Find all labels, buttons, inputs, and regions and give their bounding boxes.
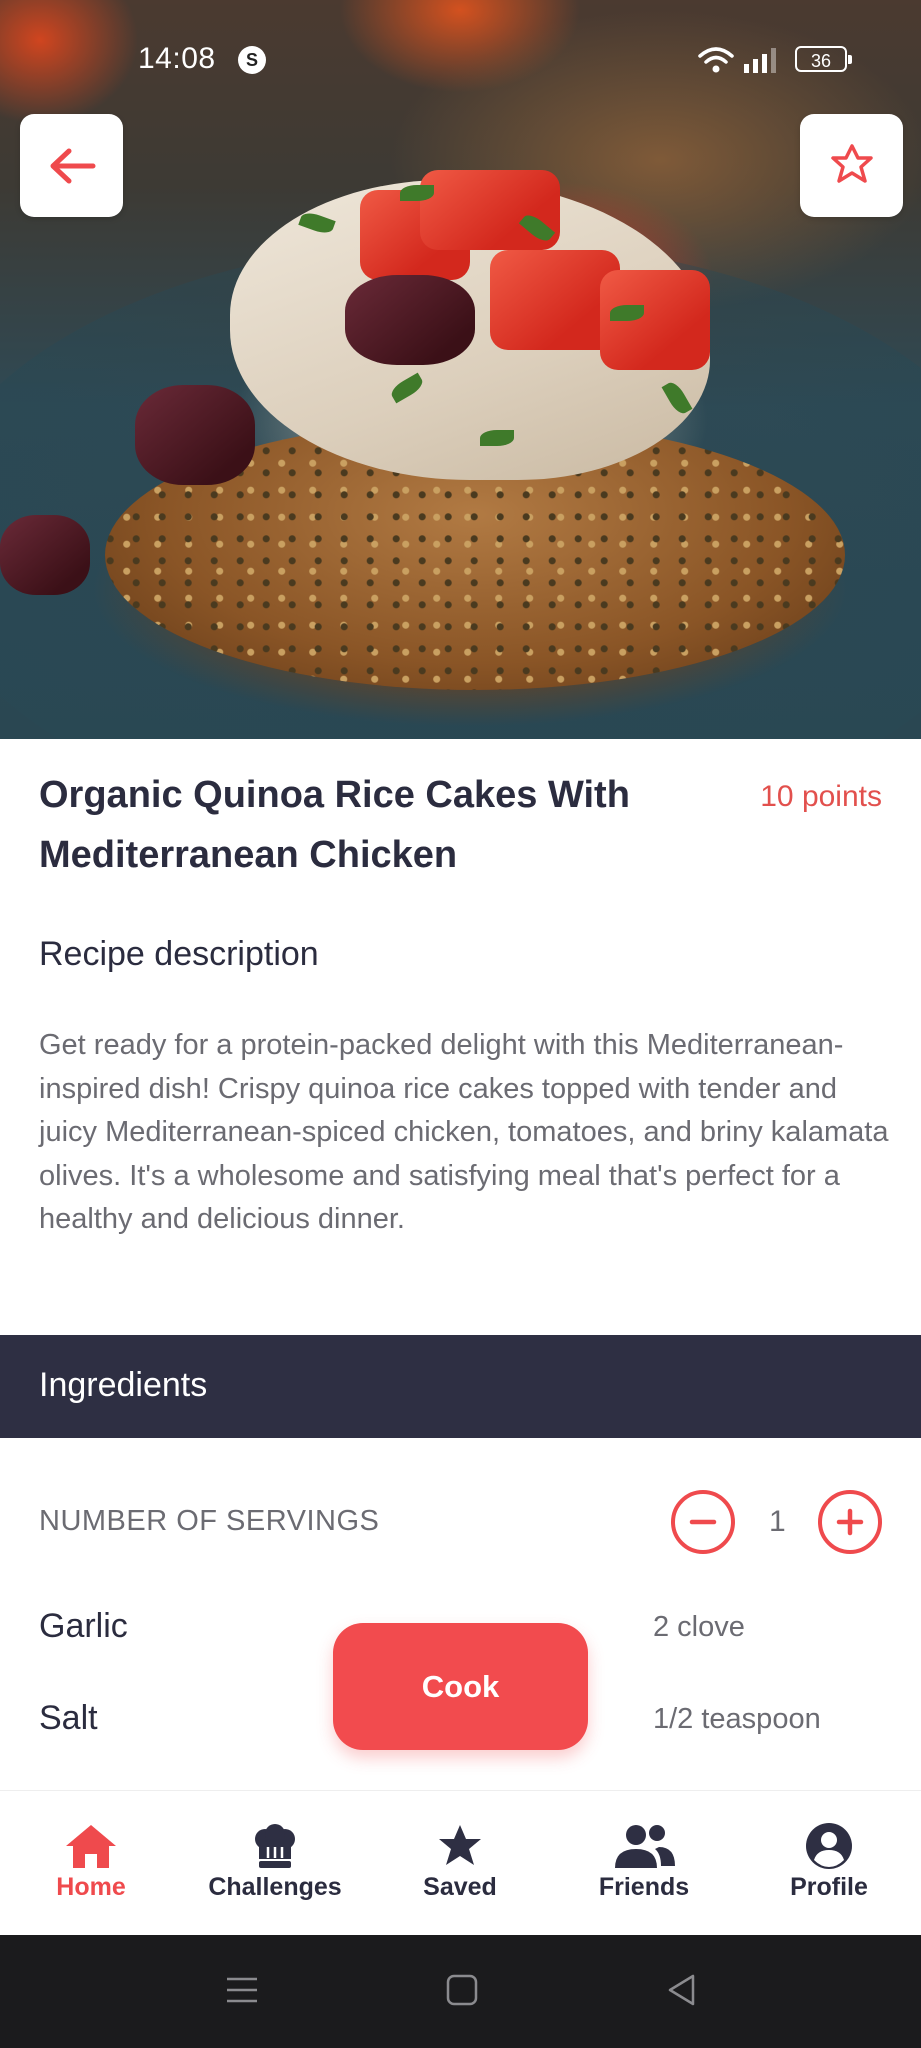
ingredient-name: Salt <box>39 1699 98 1737</box>
battery-icon: 36 <box>795 46 852 72</box>
system-navigation-bar <box>0 1935 921 2048</box>
user-circle-icon <box>806 1823 852 1869</box>
nav-item-friends[interactable]: Friends <box>564 1821 724 1902</box>
chef-hat-icon <box>255 1824 295 1868</box>
signal-icon <box>744 48 776 73</box>
nav-label-saved: Saved <box>423 1873 497 1901</box>
nav-label-home: Home <box>56 1873 126 1901</box>
recipe-title: Organic Quinoa Rice Cakes With Mediterra… <box>39 774 630 876</box>
nav-item-profile[interactable]: Profile <box>749 1821 909 1902</box>
ingredients-heading: Ingredients <box>39 1366 208 1404</box>
people-icon <box>615 1825 675 1868</box>
back-triangle-icon[interactable] <box>665 1973 699 2007</box>
battery-level: 36 <box>810 51 832 71</box>
star-icon <box>439 1825 481 1865</box>
ingredient-quantity: 1/2 teaspoon <box>653 1703 821 1735</box>
notification-app-icon: S <box>238 46 266 74</box>
menu-icon[interactable] <box>225 1973 259 2007</box>
minus-icon <box>689 1519 717 1525</box>
bottom-navigation: Home Challenges Saved Friends Profile <box>0 1790 921 1936</box>
olive-shape <box>345 275 475 365</box>
nav-label-profile: Profile <box>790 1873 868 1901</box>
parsley-shape <box>480 430 514 446</box>
ingredient-name: Garlic <box>39 1607 128 1645</box>
increase-servings-button[interactable] <box>818 1490 882 1554</box>
parsley-shape <box>610 305 644 321</box>
plus-icon <box>836 1508 864 1536</box>
star-icon <box>830 143 873 183</box>
favorite-button[interactable] <box>800 114 903 217</box>
home-icon <box>66 1825 116 1868</box>
status-time: 14:08 <box>138 42 216 75</box>
cook-button[interactable]: Cook <box>333 1623 588 1750</box>
servings-value: 1 <box>769 1505 786 1538</box>
servings-label: NUMBER OF SERVINGS <box>39 1505 380 1537</box>
nav-item-challenges[interactable]: Challenges <box>195 1821 355 1902</box>
description-heading: Recipe description <box>39 935 319 973</box>
parsley-shape <box>400 185 434 201</box>
nav-label-friends: Friends <box>598 1873 690 1901</box>
status-bar: 14:08 S 36 <box>0 0 921 120</box>
ingredients-header: Ingredients <box>0 1335 921 1438</box>
olive-shape <box>135 385 255 485</box>
ingredient-quantity: 2 clove <box>653 1611 745 1643</box>
home-square-icon[interactable] <box>445 1973 479 2007</box>
olive-shape <box>0 515 90 595</box>
description-text: Get ready for a protein-packed delight w… <box>39 1029 889 1236</box>
wifi-icon <box>698 47 734 73</box>
nav-label-challenges: Challenges <box>208 1873 342 1901</box>
recipe-points: 10 points <box>760 780 882 813</box>
decrease-servings-button[interactable] <box>671 1490 735 1554</box>
nav-item-home[interactable]: Home <box>11 1821 171 1902</box>
arrow-left-icon <box>50 148 95 183</box>
nav-item-saved[interactable]: Saved <box>380 1821 540 1902</box>
back-button[interactable] <box>20 114 123 217</box>
